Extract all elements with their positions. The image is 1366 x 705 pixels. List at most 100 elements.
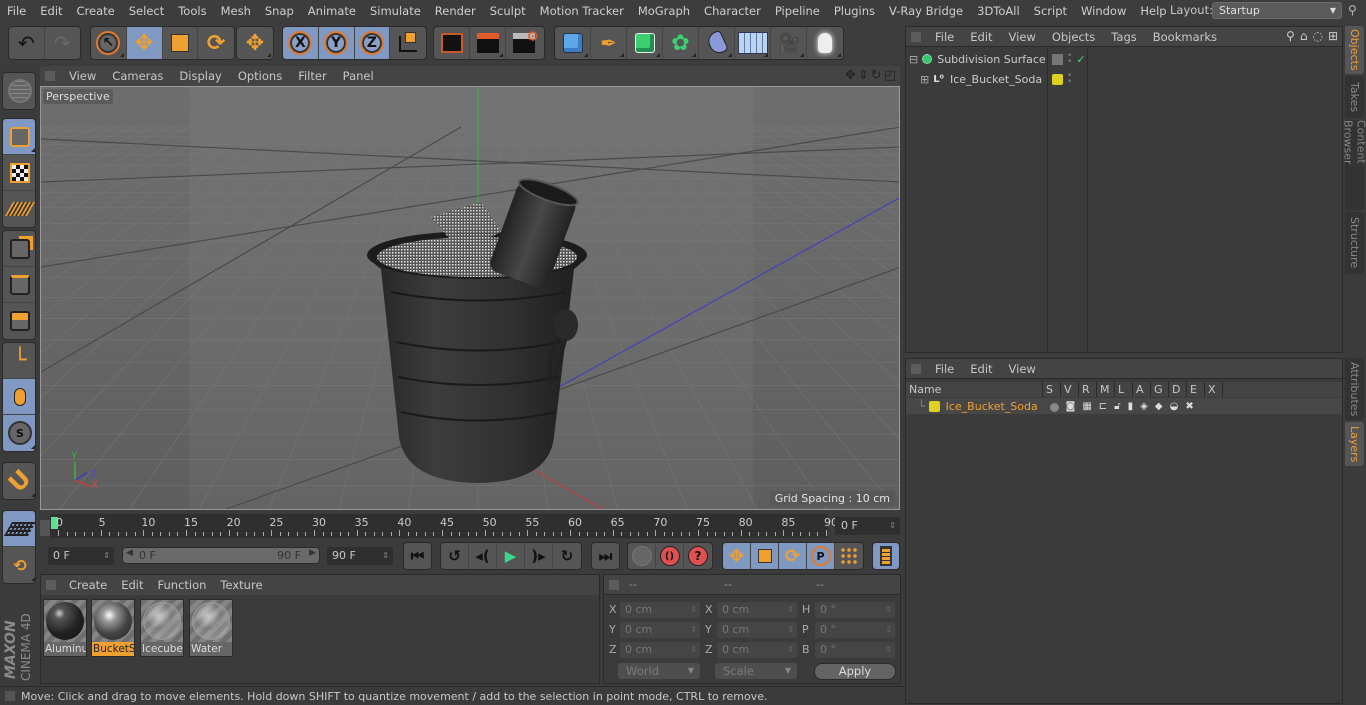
viewport-menu-options[interactable]: Options [230, 69, 290, 83]
object-name[interactable]: Subdivision Surface [937, 53, 1045, 66]
panel-grip-icon[interactable] [45, 71, 55, 81]
y-axis-button[interactable]: Y [318, 27, 355, 59]
subdivision-surface-button[interactable] [627, 27, 663, 59]
column-view[interactable]: V [1061, 382, 1079, 397]
coordinate-system-button[interactable] [390, 27, 426, 59]
menu-select[interactable]: Select [122, 4, 171, 18]
menu-character[interactable]: Character [697, 4, 768, 18]
column-animation[interactable]: A [1133, 382, 1151, 397]
key-parameter-button[interactable]: P [807, 543, 835, 569]
pos-x-field[interactable]: 0 cm ⇕ [620, 602, 700, 618]
frame-range-slider[interactable]: ◀ 0 F 90 F ▶ [122, 547, 320, 564]
menu-animate[interactable]: Animate [301, 4, 363, 18]
transform-mode-dropdown[interactable]: Scale ▼ [715, 663, 797, 679]
menu-sculpt[interactable]: Sculpt [483, 4, 533, 18]
panel-grip-icon[interactable] [609, 579, 619, 590]
material-water[interactable]: Water [189, 599, 233, 657]
texture-mode-button[interactable] [3, 155, 35, 191]
column-xrefs[interactable]: X [1205, 382, 1223, 397]
menu-tools[interactable]: Tools [171, 4, 213, 18]
make-editable-button[interactable] [3, 73, 35, 109]
xref-icon[interactable]: ✖ [1185, 401, 1193, 412]
viewport-menu-panel[interactable]: Panel [335, 69, 382, 83]
coordinate-mode-dropdown[interactable]: World ▼ [618, 663, 700, 679]
menu-mesh[interactable]: Mesh [214, 4, 258, 18]
tab-objects[interactable]: Objects [1345, 26, 1364, 74]
viewport-menu-cameras[interactable]: Cameras [104, 69, 171, 83]
edges-mode-button[interactable] [3, 267, 35, 303]
render-picture-viewer-button[interactable] [470, 27, 506, 59]
z-axis-button[interactable]: Z [354, 27, 391, 59]
current-frame-field[interactable]: 0 F ⇕ [835, 517, 900, 535]
range-left-arrow-icon[interactable]: ◀ [126, 548, 133, 558]
pos-y-field[interactable]: 0 cm ⇕ [620, 622, 700, 638]
scale-button[interactable] [163, 27, 199, 59]
tab-content-browser[interactable]: Content Browser [1342, 120, 1366, 210]
rot-b-field[interactable]: 0 ° ⇕ [815, 642, 895, 658]
menu-edit[interactable]: Edit [33, 4, 69, 18]
visibility-dots-icon[interactable]: • • [1067, 72, 1072, 87]
lock-open-icon[interactable]: 🔓︎ [1114, 401, 1120, 412]
workplane-mode-button[interactable] [3, 191, 35, 227]
menu-vray-bridge[interactable]: V-Ray Bridge [882, 4, 970, 18]
tab-attributes[interactable]: Attributes [1345, 358, 1364, 420]
render-view-button[interactable] [434, 27, 470, 59]
object-menu-file[interactable]: File [927, 30, 962, 44]
new-window-icon[interactable]: ⊞ [1328, 29, 1338, 43]
home-icon[interactable]: ⌂ [1300, 29, 1308, 43]
view-eye-icon[interactable]: ◙ [1066, 401, 1076, 412]
solo-icon[interactable] [1049, 402, 1059, 412]
column-deformers[interactable]: D [1169, 382, 1187, 397]
viewport-perspective[interactable]: Y Z X Perspective Grid Spacing : 10 cm [40, 86, 900, 510]
object-menu-edit[interactable]: Edit [962, 30, 1000, 44]
size-z-field[interactable]: 0 cm ⇕ [717, 642, 797, 658]
menu-mograph[interactable]: MoGraph [631, 4, 697, 18]
object-row-subdivision-surface[interactable]: ⊟ Subdivision Surface [906, 49, 1047, 69]
menu-simulate[interactable]: Simulate [363, 4, 428, 18]
tweak-mode-button[interactable] [3, 379, 35, 415]
menu-pipeline[interactable]: Pipeline [768, 4, 827, 18]
range-right-arrow-icon[interactable]: ▶ [309, 548, 316, 558]
deformers-icon[interactable]: ◆ [1155, 401, 1163, 412]
timeline-button[interactable] [873, 543, 899, 569]
panel-grip-icon[interactable] [46, 580, 56, 590]
pan-view-icon[interactable]: ✥ [845, 68, 856, 83]
layer-none-icon[interactable] [1052, 53, 1063, 65]
pos-z-field[interactable]: 0 cm ⇕ [620, 642, 700, 658]
size-y-field[interactable]: 0 cm ⇕ [717, 622, 797, 638]
dolly-view-icon[interactable]: ⇕ [858, 68, 869, 83]
go-to-end-button[interactable]: ⏭ [592, 543, 619, 569]
object-menu-tags[interactable]: Tags [1103, 30, 1144, 44]
menu-motion-tracker[interactable]: Motion Tracker [533, 4, 631, 18]
visibility-dots-icon[interactable]: • • [1067, 52, 1072, 67]
workplane-lock-button[interactable] [3, 511, 35, 547]
floor-button[interactable] [735, 27, 771, 59]
rot-p-field[interactable]: 0 ° ⇕ [815, 622, 895, 638]
x-axis-button[interactable]: X [283, 27, 319, 59]
timeline-ruler[interactable]: 0 5 10 15 20 25 30 35 40 45 50 55 60 65 70 75 80 85 90 [50, 514, 838, 538]
start-frame-field[interactable]: 0 F ⇕ [48, 547, 114, 565]
manager-hierarchy-icon[interactable]: ⊏ [1099, 401, 1107, 412]
viewport-menu-filter[interactable]: Filter [290, 69, 334, 83]
animation-icon[interactable]: ▮ [1128, 401, 1134, 412]
polygons-mode-button[interactable] [3, 303, 35, 339]
layer-name[interactable]: Ice_Bucket_Soda [946, 400, 1050, 413]
object-name[interactable]: Ice_Bucket_Soda [950, 73, 1042, 86]
rotate-button[interactable]: ⟳ [198, 27, 234, 59]
layer-menu-file[interactable]: File [927, 362, 962, 376]
object-menu-bookmarks[interactable]: Bookmarks [1145, 30, 1225, 44]
record-active-button[interactable]: () [656, 543, 684, 569]
deformer-button[interactable] [699, 27, 735, 59]
panel-grip-icon[interactable] [911, 31, 921, 42]
go-to-start-button[interactable]: ⏮ [404, 543, 431, 569]
move-button[interactable]: ✥ [126, 27, 163, 59]
column-manager[interactable]: M [1097, 382, 1115, 397]
play-button[interactable]: ▶ [497, 543, 525, 569]
layer-color-swatch[interactable] [928, 400, 940, 412]
material-menu-create[interactable]: Create [62, 578, 114, 592]
menu-window[interactable]: Window [1074, 4, 1133, 18]
next-frame-button[interactable]: )▸ [525, 543, 553, 569]
keyframe-selection-button[interactable] [628, 543, 656, 569]
tab-layers[interactable]: Layers [1345, 422, 1364, 466]
key-scale-button[interactable] [751, 543, 779, 569]
